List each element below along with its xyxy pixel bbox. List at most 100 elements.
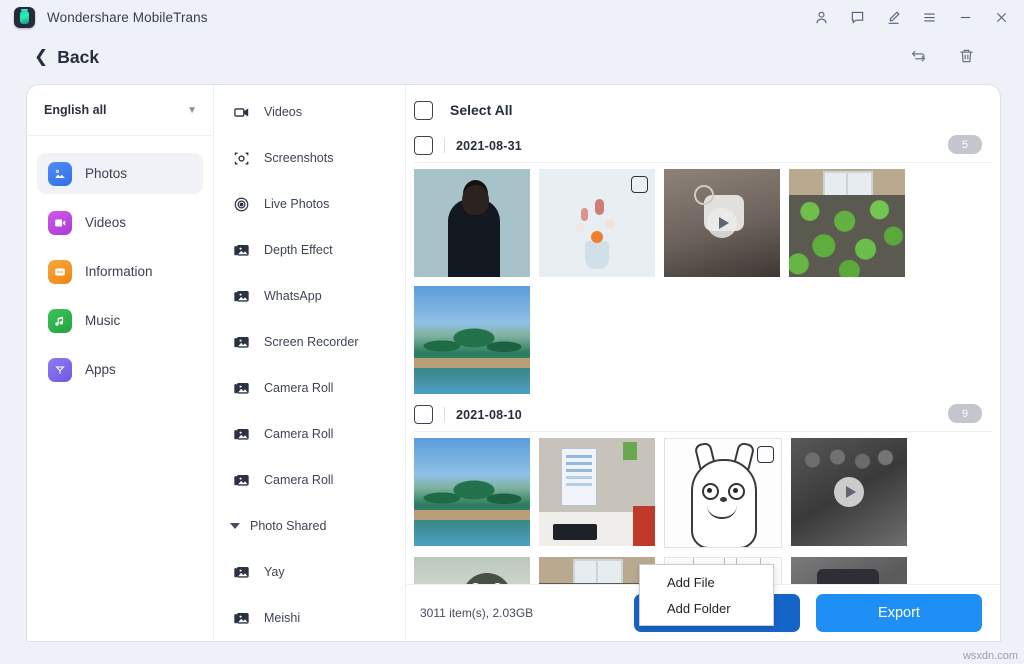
album-icon xyxy=(232,379,251,398)
screenshot-icon xyxy=(232,149,251,168)
album-item-depth-effect[interactable]: Depth Effect xyxy=(214,227,405,273)
thumbnail-checkbox[interactable] xyxy=(631,176,648,193)
album-icon xyxy=(232,241,251,260)
album-item-label: Camera Roll xyxy=(264,381,333,395)
photo-tropical-beach[interactable] xyxy=(414,286,530,394)
album-item-camera-roll-1[interactable]: Camera Roll xyxy=(214,365,405,411)
play-icon[interactable] xyxy=(707,208,737,238)
edit-pen-icon[interactable] xyxy=(876,2,910,32)
gallery-scroll-area[interactable]: Select All 2021-08-31 5 xyxy=(406,85,1000,584)
item-summary: 3011 item(s), 2.03GB xyxy=(420,606,533,620)
sidebar-item-videos[interactable]: Videos xyxy=(37,202,203,243)
delete-icon[interactable] xyxy=(952,42,980,70)
video-camera-icon xyxy=(232,103,251,122)
menu-item-add-folder[interactable]: Add Folder xyxy=(640,595,773,621)
sidebar-item-label: Apps xyxy=(85,362,116,377)
select-all-label: Select All xyxy=(450,102,513,118)
language-selector-label: English all xyxy=(44,103,107,117)
album-item-label: WhatsApp xyxy=(264,289,322,303)
gallery-pane: Select All 2021-08-31 5 xyxy=(406,85,1000,641)
information-icon xyxy=(48,260,72,284)
triangle-down-icon xyxy=(230,523,240,529)
select-all-row[interactable]: Select All xyxy=(406,85,1000,129)
play-icon[interactable] xyxy=(834,477,864,507)
album-group-label: Photo Shared xyxy=(250,519,326,533)
group-header-2021-08-10[interactable]: 2021-08-10 9 xyxy=(406,398,1000,431)
album-item-live-photos[interactable]: Live Photos xyxy=(214,181,405,227)
close-icon[interactable] xyxy=(984,2,1018,32)
chevron-down-icon: ▼ xyxy=(187,105,197,116)
app-title: Wondershare MobileTrans xyxy=(47,10,208,25)
video-phone-dark[interactable] xyxy=(791,557,907,584)
export-button[interactable]: Export xyxy=(816,594,982,632)
divider xyxy=(444,407,445,422)
album-icon xyxy=(232,287,251,306)
album-icon xyxy=(232,471,251,490)
select-all-checkbox[interactable] xyxy=(414,101,433,120)
photo-totoro-painting[interactable] xyxy=(414,557,530,584)
sidebar-item-label: Videos xyxy=(85,215,126,230)
sidebar-item-photos[interactable]: Photos xyxy=(37,153,203,194)
refresh-sync-icon[interactable] xyxy=(904,42,932,70)
photo-office-desk[interactable] xyxy=(539,438,655,546)
minimize-icon[interactable] xyxy=(948,2,982,32)
photo-flowers-vase[interactable] xyxy=(539,169,655,277)
album-item-label: Live Photos xyxy=(264,197,329,211)
album-item-camera-roll-2[interactable]: Camera Roll xyxy=(214,411,405,457)
album-item-screenshots[interactable]: Screenshots xyxy=(214,135,405,181)
album-item-label: Screen Recorder xyxy=(264,335,359,349)
back-label: Back xyxy=(57,47,99,68)
photo-tropical-island[interactable] xyxy=(414,438,530,546)
sidebar-nav: Photos Videos Information Music xyxy=(27,136,213,390)
album-item-label: Meishi xyxy=(264,611,300,625)
album-item-whatsapp[interactable]: WhatsApp xyxy=(214,273,405,319)
photo-green-plants[interactable] xyxy=(789,169,905,277)
album-icon xyxy=(232,333,251,352)
album-icon xyxy=(232,609,251,628)
page-header: ❮ Back xyxy=(0,34,1024,80)
video-airpods-case[interactable] xyxy=(664,169,780,277)
header-actions xyxy=(904,42,980,70)
account-icon[interactable] xyxy=(804,2,838,32)
album-item-videos[interactable]: Videos xyxy=(214,89,405,135)
feedback-icon[interactable] xyxy=(840,2,874,32)
group-checkbox[interactable] xyxy=(414,136,433,155)
window-title-bar: Wondershare MobileTrans xyxy=(0,0,1024,34)
menu-item-add-file[interactable]: Add File xyxy=(640,569,773,595)
video-keyboard-dark[interactable] xyxy=(791,438,907,546)
album-item-meishi[interactable]: Meishi xyxy=(214,595,405,641)
live-photo-icon xyxy=(232,195,251,214)
menu-icon[interactable] xyxy=(912,2,946,32)
sidebar-item-music[interactable]: Music xyxy=(37,300,203,341)
sidebar-item-information[interactable]: Information xyxy=(37,251,203,292)
album-item-label: Screenshots xyxy=(264,151,333,165)
album-item-screen-recorder[interactable]: Screen Recorder xyxy=(214,319,405,365)
album-item-label: Yay xyxy=(264,565,285,579)
group-checkbox[interactable] xyxy=(414,405,433,424)
language-selector[interactable]: English all ▼ xyxy=(27,85,213,136)
group-header-2021-08-31[interactable]: 2021-08-31 5 xyxy=(406,129,1000,162)
photo-totoro-drawing[interactable] xyxy=(664,438,782,548)
sidebar-item-label: Photos xyxy=(85,166,127,181)
album-group-photo-shared[interactable]: Photo Shared xyxy=(214,503,405,549)
album-item-yay[interactable]: Yay xyxy=(214,549,405,595)
group-date: 2021-08-10 xyxy=(456,408,522,422)
back-button[interactable]: ❮ Back xyxy=(34,47,99,68)
music-icon xyxy=(48,309,72,333)
group-count-badge: 9 xyxy=(948,404,982,423)
thumbnail-grid xyxy=(406,163,1000,398)
album-item-label: Videos xyxy=(264,105,302,119)
chevron-left-icon: ❮ xyxy=(34,48,48,65)
videos-icon xyxy=(48,211,72,235)
apps-icon xyxy=(48,358,72,382)
album-icon xyxy=(232,425,251,444)
album-item-camera-roll-3[interactable]: Camera Roll xyxy=(214,457,405,503)
photo-green-plants-window[interactable] xyxy=(539,557,655,584)
sidebar: English all ▼ Photos Videos Informatio xyxy=(27,85,214,641)
thumbnail-checkbox[interactable] xyxy=(757,446,774,463)
photo-person-black-outfit[interactable] xyxy=(414,169,530,277)
album-icon xyxy=(232,563,251,582)
photos-icon xyxy=(48,162,72,186)
album-item-label: Depth Effect xyxy=(264,243,333,257)
sidebar-item-apps[interactable]: Apps xyxy=(37,349,203,390)
